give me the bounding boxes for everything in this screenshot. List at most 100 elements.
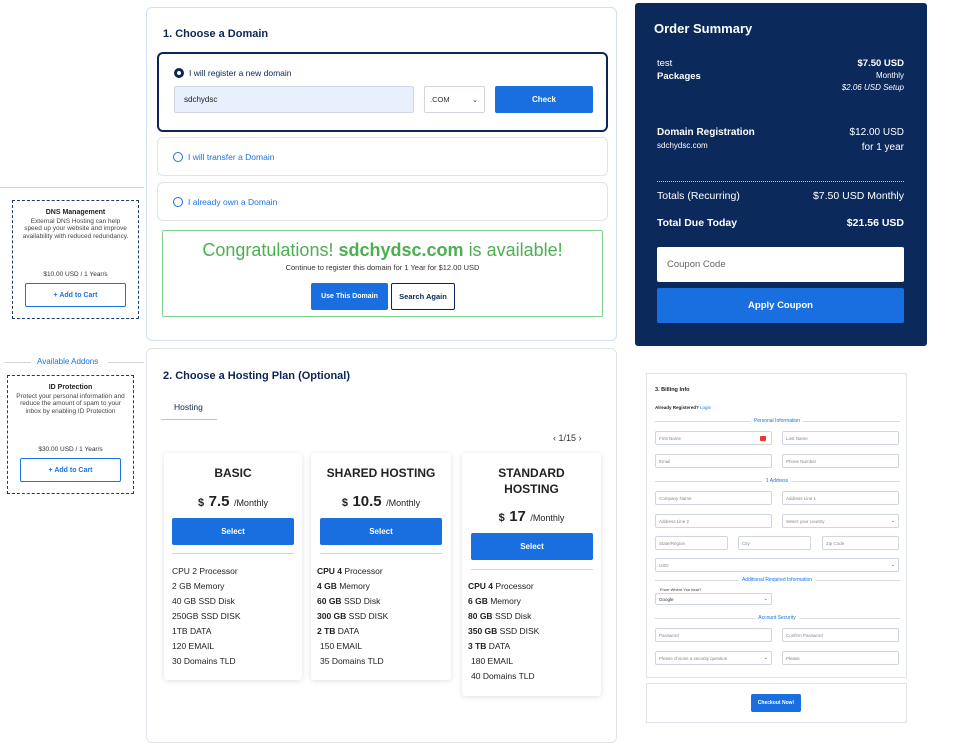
last-name-input[interactable]: Last Name	[782, 431, 899, 445]
option-label: I will register a new domain	[189, 68, 292, 78]
plan-currency: $	[341, 497, 348, 509]
country-select[interactable]: Select your country ⌄	[782, 514, 899, 528]
address1-input[interactable]: Address Line 1	[782, 491, 899, 505]
domain-panel-title: 1. Choose a Domain	[163, 28, 269, 40]
section-address: 1 Address	[762, 478, 792, 484]
chevron-down-icon: ⌄	[890, 562, 895, 568]
plan-pager: ‹ 1/15 ›	[553, 433, 582, 443]
address2-input[interactable]: Address Line 2	[655, 514, 772, 528]
plan-amount: 7.5	[208, 493, 230, 510]
order-summary-title: Order Summary	[654, 21, 753, 36]
state-input[interactable]: State/Region	[655, 536, 728, 550]
security-question-select[interactable]: Please choose a security question ⌄	[655, 651, 772, 665]
email-input[interactable]: Email	[655, 454, 772, 468]
apply-coupon-button[interactable]: Apply Coupon	[657, 288, 904, 323]
heard-select-value: Google	[659, 596, 674, 602]
section-personal-info: Personal Information	[750, 418, 804, 424]
totals-recurring-label: Totals (Recurring)	[657, 190, 740, 202]
domain-registration-name: sdchydsc.com	[657, 141, 708, 150]
autofill-icon	[760, 436, 766, 441]
addons-section-title: Available Addons	[37, 357, 99, 366]
plan-feature: 4 GB Memory	[317, 581, 370, 591]
already-registered-text: Already Registered?	[655, 405, 699, 410]
order-summary: Order Summary test Packages $7.50 USD Mo…	[635, 3, 927, 346]
plan-price: $ 10.5 /Monthly	[311, 493, 451, 511]
tld-select[interactable]: .COM ⌄	[424, 86, 485, 113]
search-again-button[interactable]: Search Again	[391, 283, 455, 310]
domain-registration-price: $12.00 USD	[849, 127, 904, 138]
plan-price: $ 7.5 /Monthly	[164, 493, 302, 511]
domain-search-input[interactable]: sdchydsc	[174, 86, 414, 113]
chevron-left-icon[interactable]: ‹	[553, 433, 556, 443]
option-transfer-domain[interactable]: I will transfer a Domain	[157, 137, 608, 176]
add-to-cart-button[interactable]: + Add to Cart	[25, 283, 126, 307]
domain-registration-label: Domain Registration	[657, 127, 755, 138]
section-account-security: Account Security	[755, 615, 799, 621]
domain-available-alert: Congratulations! sdchydsc.com is availab…	[162, 230, 603, 317]
plan-price: $ 17 /Monthly	[462, 508, 601, 526]
plan-feature: 6 GB Memory	[468, 596, 521, 606]
pager-text: 1/15	[558, 433, 577, 443]
security-question-value: Please choose a security question	[659, 655, 728, 661]
plan-name: SHARED HOSTING	[326, 466, 436, 480]
checkout-button[interactable]: Checkout Now!	[751, 694, 801, 712]
password-input[interactable]: Password	[655, 628, 772, 642]
plan-feature: 60 GB SSD Disk	[317, 596, 381, 606]
option-own-domain[interactable]: I already own a Domain	[157, 182, 608, 221]
divider	[172, 553, 294, 554]
divider	[471, 569, 593, 570]
domain-panel: 1. Choose a Domain I will register a new…	[146, 7, 617, 341]
radio-unselected[interactable]	[173, 152, 183, 162]
addon-card-dns: DNS Management External DNS Hosting can …	[12, 200, 139, 319]
plan-currency: $	[498, 512, 505, 524]
option-register-domain[interactable]: I will register a new domain sdchydsc .C…	[157, 52, 608, 132]
check-button[interactable]: Check	[495, 86, 593, 113]
product-setup-fee: $2.06 USD Setup	[841, 83, 904, 92]
radio-unselected[interactable]	[173, 197, 183, 207]
chevron-down-icon: ⌄	[763, 596, 768, 602]
select-plan-button[interactable]: Select	[172, 518, 294, 545]
add-to-cart-button[interactable]: + Add to Cart	[20, 458, 121, 482]
chevron-down-icon: ⌄	[763, 655, 768, 661]
currency-select[interactable]: USD ⌄	[655, 558, 899, 572]
radio-selected[interactable]	[174, 68, 184, 78]
total-due-value: $21.56 USD	[846, 217, 904, 229]
plan-feature: 35 Domains TLD	[320, 656, 384, 666]
login-link[interactable]: Login	[700, 405, 711, 410]
security-answer-input[interactable]: Please	[782, 651, 899, 665]
plan-feature: 2 TB DATA	[317, 626, 360, 636]
company-input[interactable]: Company Name	[655, 491, 772, 505]
chevron-down-icon: ⌄	[890, 518, 895, 524]
plan-period: /Monthly	[233, 498, 268, 508]
first-name-input[interactable]: First Name	[655, 431, 772, 445]
addon-price: $10.00 USD / 1 Year/s	[43, 271, 108, 278]
zip-input[interactable]: Zip Code	[822, 536, 899, 550]
phone-input[interactable]: Phone Number	[782, 454, 899, 468]
confirm-password-input[interactable]: Confirm Password	[782, 628, 899, 642]
congrats-subtext: Continue to register this domain for 1 Y…	[285, 263, 480, 272]
plan-feature: 350 GB SSD DISK	[468, 626, 540, 636]
plan-feature: 1TB DATA	[172, 626, 212, 636]
addon-price: $30.00 USD / 1 Year/s	[38, 446, 103, 453]
addon-description: External DNS Hosting can help speed up y…	[22, 218, 129, 240]
product-name: test	[657, 58, 673, 69]
city-input[interactable]: City	[738, 536, 811, 550]
use-this-domain-button[interactable]: Use This Domain	[311, 283, 388, 310]
tld-selected-value: .COM	[430, 95, 450, 104]
total-due-label: Total Due Today	[657, 217, 738, 229]
divider	[320, 553, 442, 554]
currency-select-value: USD	[659, 562, 669, 568]
addon-title: DNS Management	[45, 209, 106, 216]
plan-feature: CPU 4 Processor	[468, 581, 534, 591]
already-registered: Already Registered? Login	[655, 405, 711, 410]
plan-feature: 40 Domains TLD	[471, 671, 535, 681]
product-price: $7.50 USD	[857, 58, 904, 69]
select-plan-button[interactable]: Select	[320, 518, 442, 545]
coupon-code-input[interactable]: Coupon Code	[657, 247, 904, 282]
heard-label: From Where You hear?	[660, 587, 702, 592]
plan-feature: 250GB SSD DISK	[172, 611, 241, 621]
tab-hosting[interactable]: Hosting	[174, 402, 203, 412]
chevron-right-icon[interactable]: ›	[579, 433, 582, 443]
heard-select[interactable]: Google ⌄	[655, 593, 772, 605]
select-plan-button[interactable]: Select	[471, 533, 593, 560]
